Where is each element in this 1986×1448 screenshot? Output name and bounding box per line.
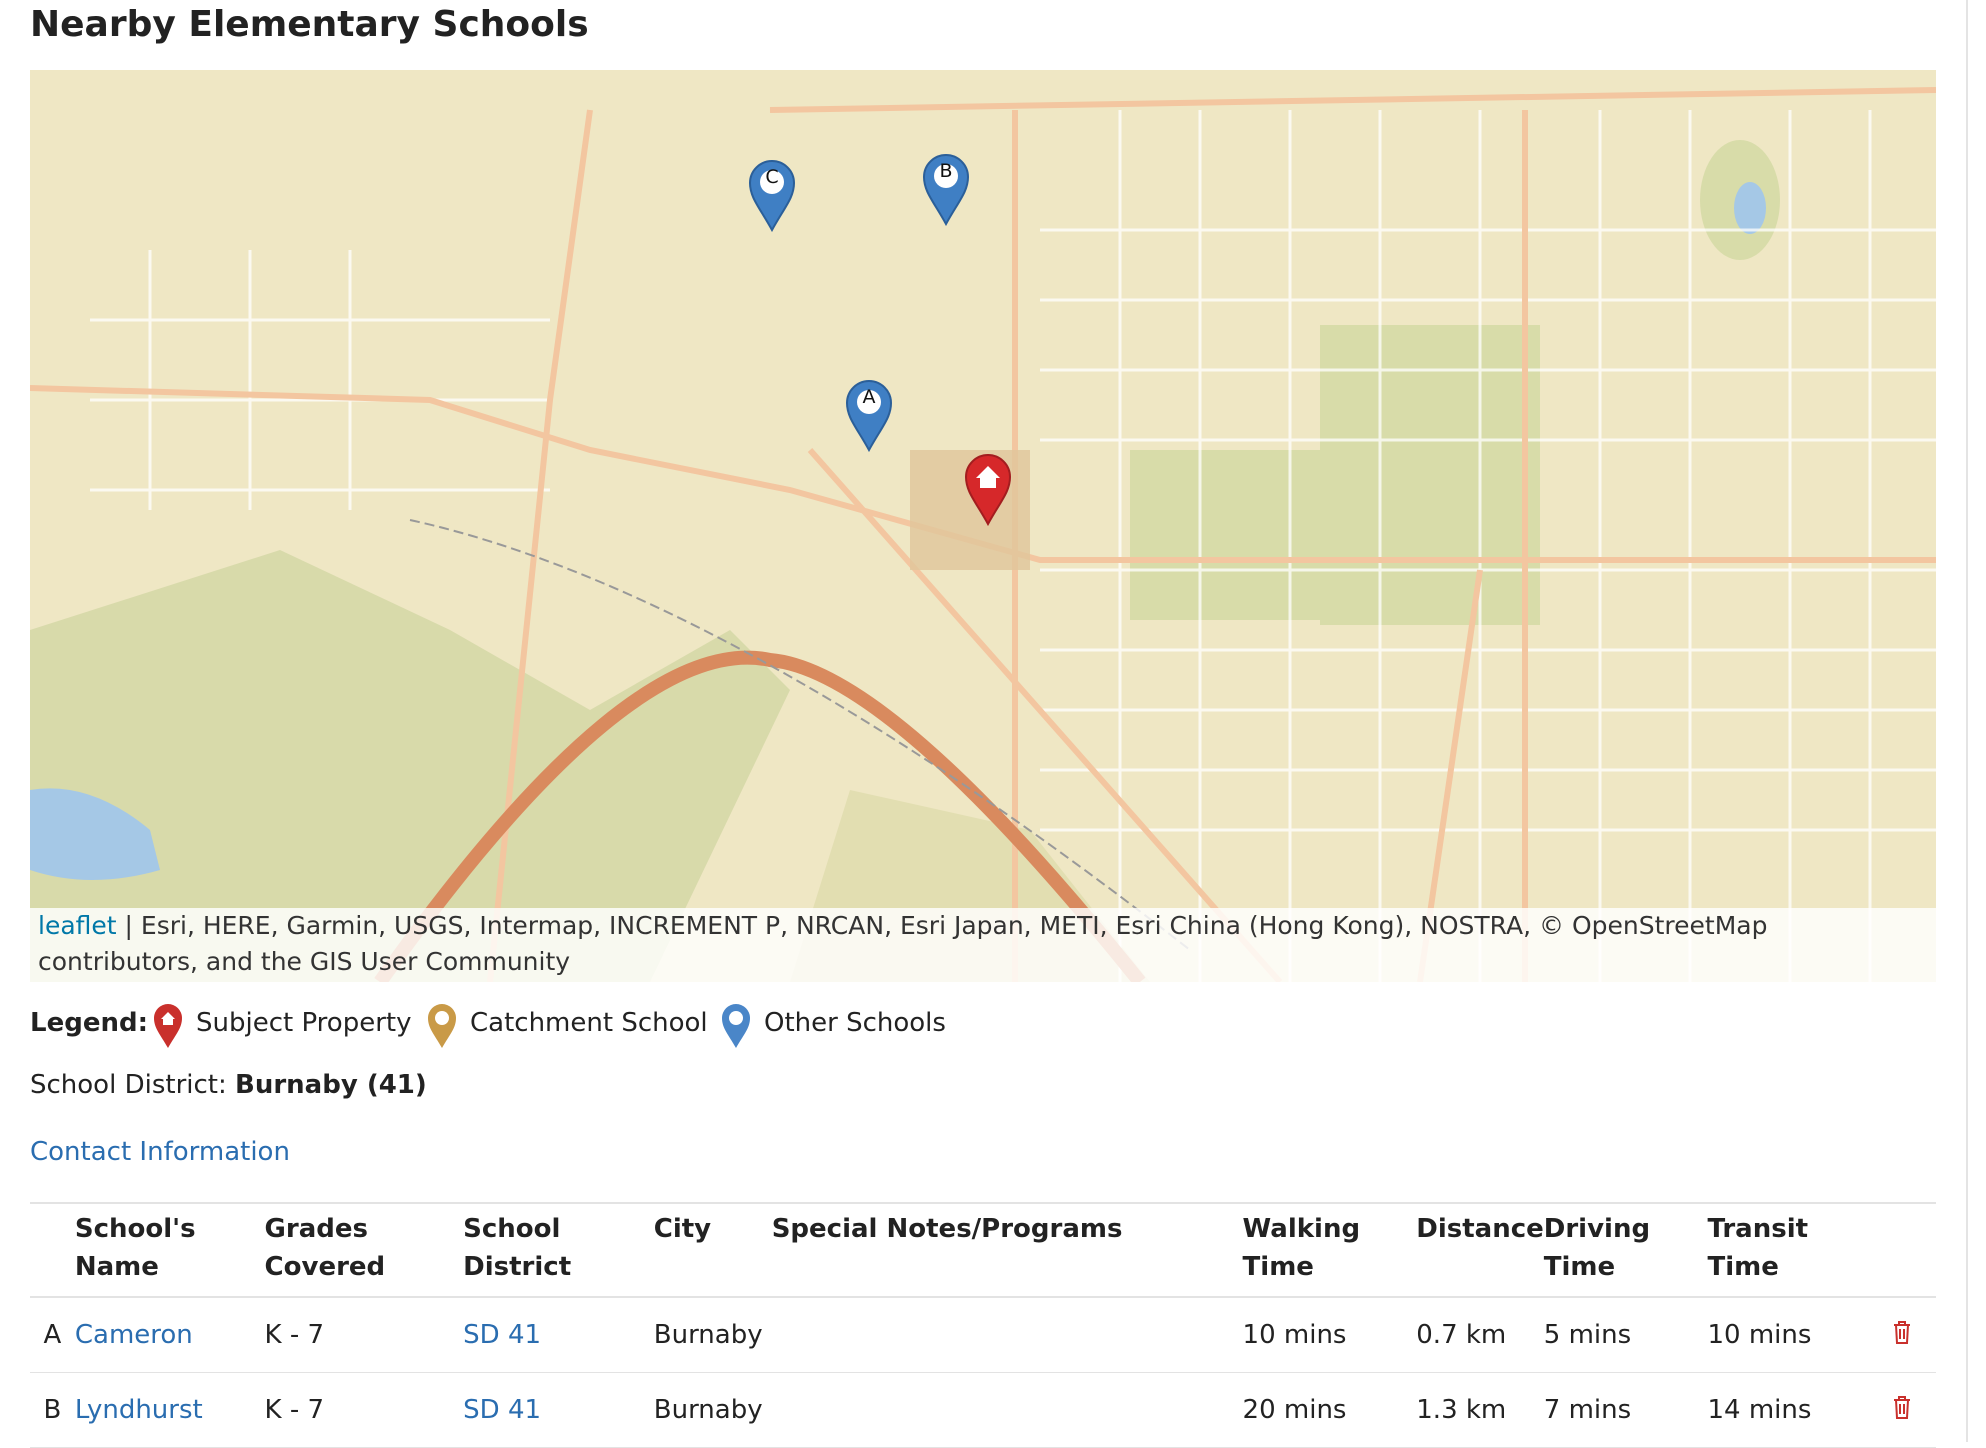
leaflet-link[interactable]: leaflet	[38, 911, 117, 940]
map-attribution: leaflet | Esri, HERE, Garmin, USGS, Inte…	[30, 908, 1936, 982]
school-district-link[interactable]: SD 41	[463, 1395, 541, 1425]
walking-time: 10 mins	[1242, 1297, 1417, 1373]
subject-property-pin-icon	[154, 1004, 182, 1048]
table-row: A Cameron K - 7 SD 41 Burnaby 10 mins 0.…	[30, 1297, 1936, 1373]
school-district-label: School District:	[30, 1070, 227, 1100]
row-letter: A	[30, 1297, 75, 1373]
walking-time: 20 mins	[1242, 1372, 1417, 1448]
header-school-district: School District	[463, 1202, 654, 1298]
school-marker-c-letter: C	[765, 166, 779, 188]
subject-property-marker[interactable]	[962, 452, 1014, 526]
right-border	[1966, 0, 1968, 1442]
table-header-row: School's Name Grades Covered School Distric…	[30, 1202, 1936, 1298]
page: Nearby Elementary Schools A B C leaflet …	[0, 0, 1986, 1448]
header-distance: Distance	[1416, 1202, 1544, 1298]
transit-time: 14 mins	[1707, 1372, 1868, 1448]
header-special-notes: Special Notes/Programs	[771, 1202, 1243, 1298]
driving-time: 7 mins	[1543, 1372, 1708, 1448]
legend-other-schools-label: Other Schools	[764, 1008, 946, 1038]
header-grades-covered: Grades Covered	[264, 1202, 464, 1298]
legend-subject-property-label: Subject Property	[196, 1008, 412, 1038]
map-tiles[interactable]	[30, 70, 1936, 982]
header-walking-time: Walking Time	[1242, 1202, 1417, 1298]
row-letter: B	[30, 1372, 75, 1448]
grades-covered: K - 7	[264, 1297, 464, 1373]
school-marker-a[interactable]: A	[843, 378, 895, 452]
header-transit-time: Transit Time	[1707, 1202, 1868, 1298]
transit-time: 10 mins	[1707, 1297, 1868, 1373]
table-row: B Lyndhurst K - 7 SD 41 Burnaby 20 mins …	[30, 1372, 1936, 1448]
contact-information-link[interactable]: Contact Information	[30, 1137, 290, 1167]
header-school-name: School's Name	[74, 1202, 265, 1298]
school-marker-a-letter: A	[862, 386, 876, 408]
school-marker-b[interactable]: B	[920, 152, 972, 226]
legend-label: Legend:	[30, 1008, 148, 1038]
distance: 0.7 km	[1416, 1297, 1544, 1373]
city: Burnaby	[653, 1372, 772, 1448]
school-district: School District: Burnaby (41)	[30, 1070, 427, 1100]
map[interactable]: A B C leaflet | Esri, HERE, Garmin, USGS…	[30, 70, 1936, 982]
trash-icon[interactable]	[1891, 1319, 1913, 1345]
page-title: Nearby Elementary Schools	[30, 4, 589, 45]
header-letter	[30, 1202, 75, 1298]
school-marker-c[interactable]: C	[746, 158, 798, 232]
school-name-link[interactable]: Lyndhurst	[75, 1395, 203, 1425]
driving-time: 5 mins	[1543, 1297, 1708, 1373]
legend-catchment-school-label: Catchment School	[470, 1008, 708, 1038]
school-district-value: Burnaby (41)	[235, 1070, 427, 1100]
special-notes	[771, 1372, 1243, 1448]
school-district-link[interactable]: SD 41	[463, 1320, 541, 1350]
header-actions	[1867, 1202, 1936, 1298]
schools-table: School's Name Grades Covered School Distric…	[30, 1202, 1936, 1448]
grades-covered: K - 7	[264, 1372, 464, 1448]
city: Burnaby	[653, 1297, 772, 1373]
distance: 1.3 km	[1416, 1372, 1544, 1448]
special-notes	[771, 1297, 1243, 1373]
school-marker-b-letter: B	[939, 160, 953, 182]
school-name-link[interactable]: Cameron	[75, 1320, 193, 1350]
header-driving-time: Driving Time	[1543, 1202, 1708, 1298]
other-schools-pin-icon	[722, 1004, 750, 1048]
header-city: City	[653, 1202, 772, 1298]
trash-icon[interactable]	[1891, 1394, 1913, 1420]
attribution-text: | Esri, HERE, Garmin, USGS, Intermap, IN…	[38, 911, 1768, 976]
catchment-school-pin-icon	[428, 1004, 456, 1048]
